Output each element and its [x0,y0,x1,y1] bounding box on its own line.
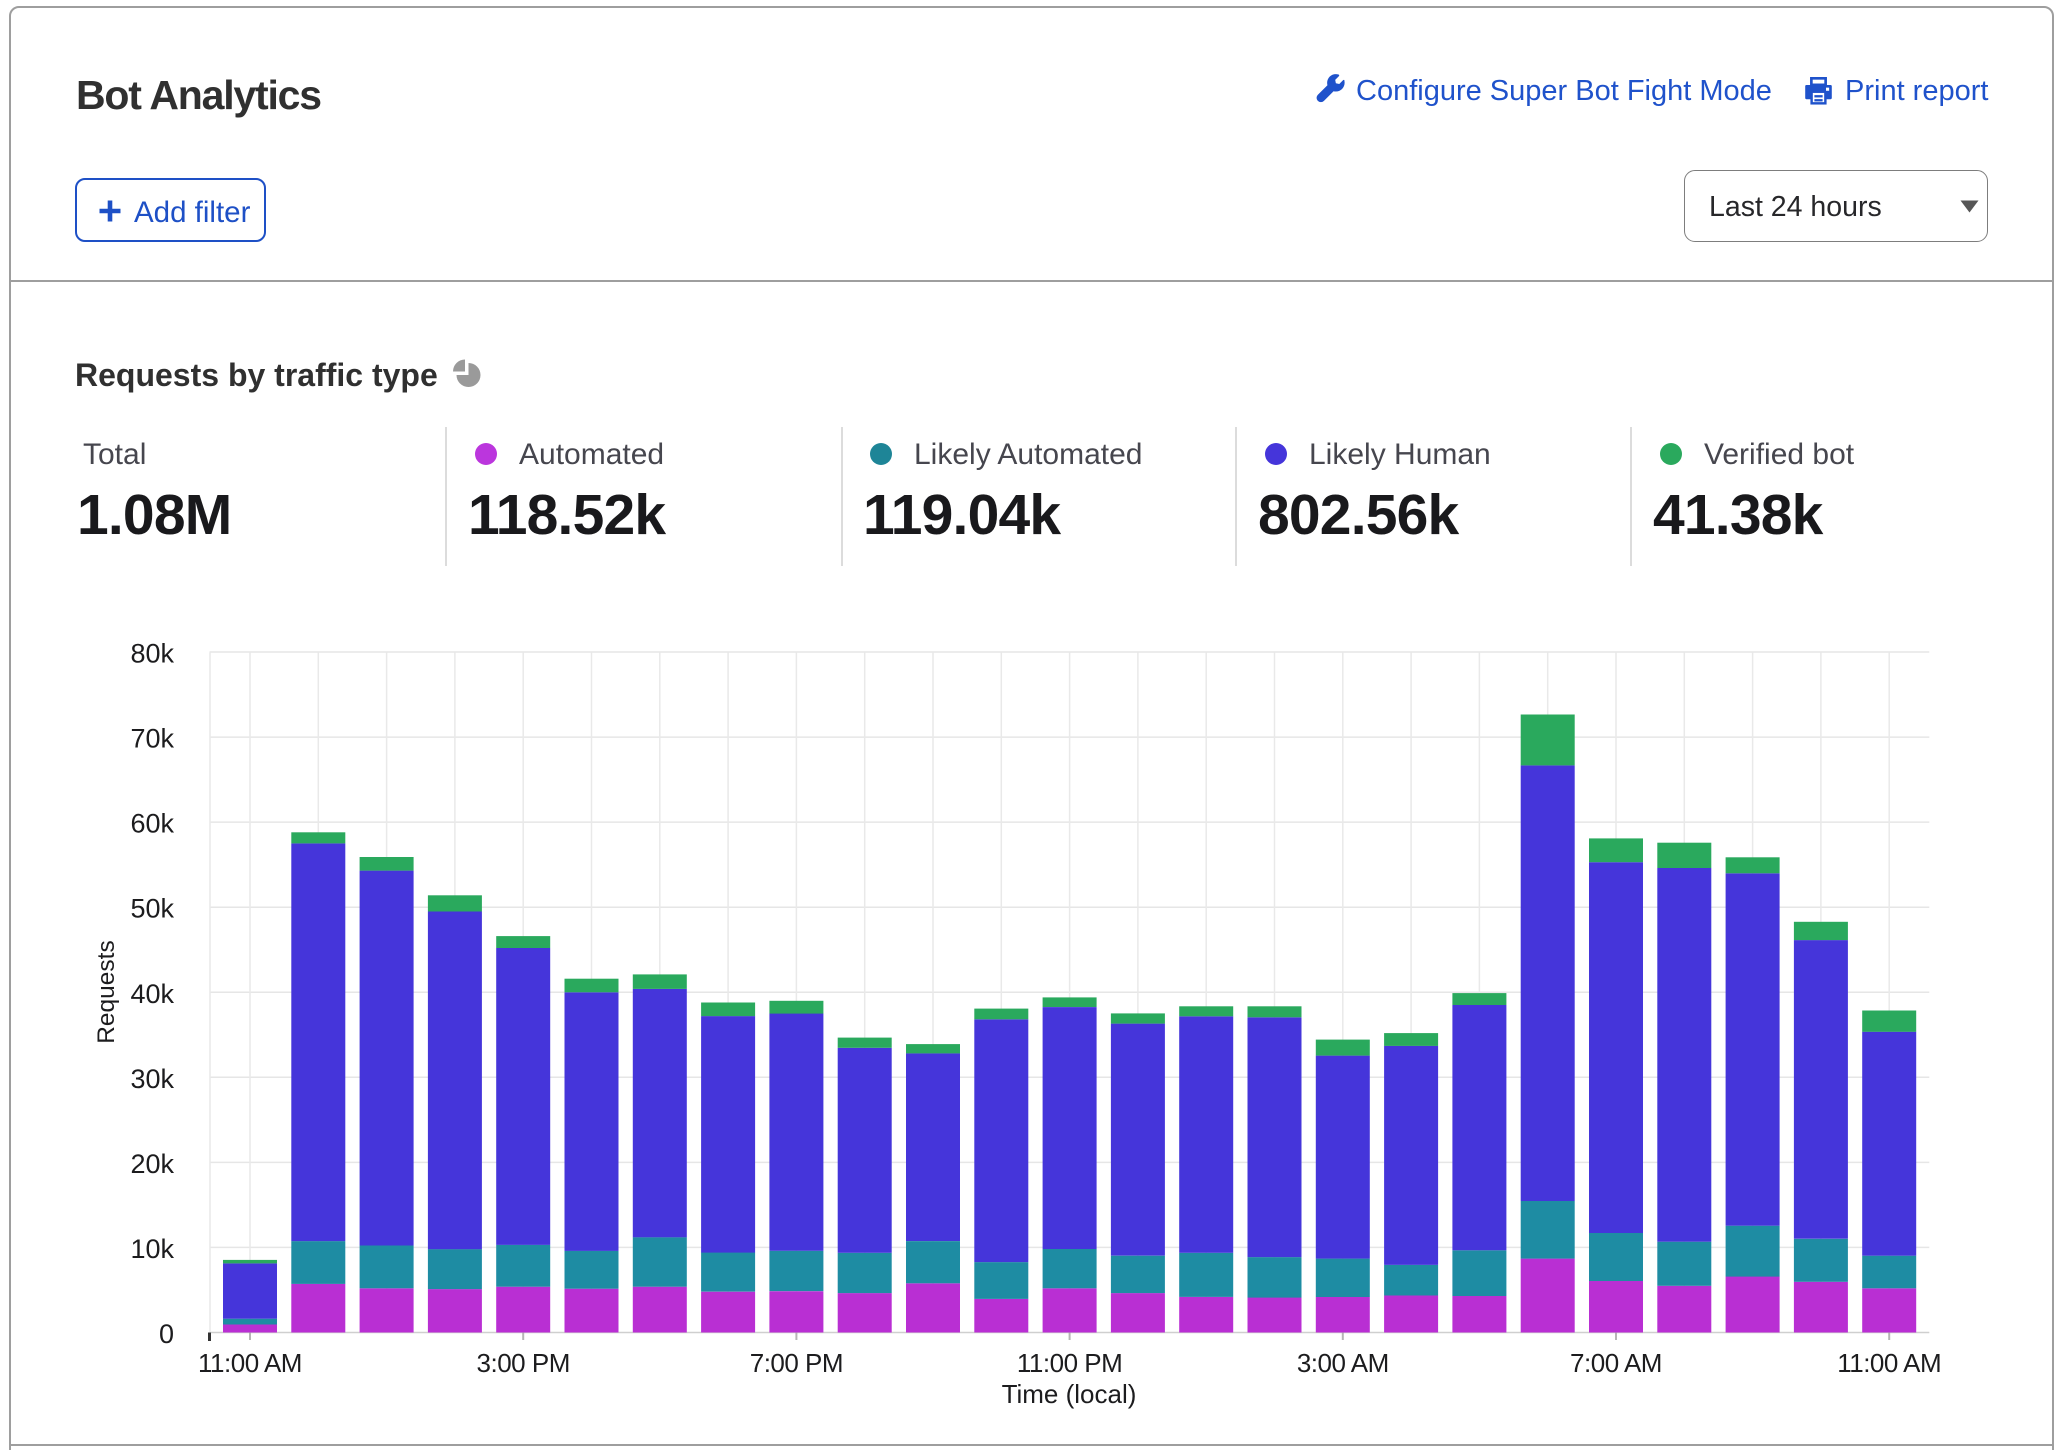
svg-text:70k: 70k [130,724,174,754]
svg-text:3:00 PM: 3:00 PM [477,1348,570,1378]
svg-text:7:00 AM: 7:00 AM [1570,1348,1662,1378]
svg-text:Time (local): Time (local) [1002,1379,1137,1409]
svg-text:50k: 50k [130,894,174,924]
svg-text:0: 0 [159,1319,174,1349]
svg-text:11:00 AM: 11:00 AM [1837,1348,1941,1378]
svg-text:7:00 PM: 7:00 PM [750,1348,843,1378]
svg-text:20k: 20k [130,1149,174,1179]
svg-text:80k: 80k [130,639,174,669]
svg-text:11:00 AM: 11:00 AM [198,1348,302,1378]
svg-text:30k: 30k [130,1064,174,1094]
svg-text:Requests: Requests [93,940,120,1044]
svg-text:11:00 PM: 11:00 PM [1017,1348,1122,1378]
svg-text:3:00 AM: 3:00 AM [1297,1348,1389,1378]
svg-text:10k: 10k [130,1234,174,1264]
svg-text:60k: 60k [130,809,174,839]
svg-text:40k: 40k [130,979,174,1009]
